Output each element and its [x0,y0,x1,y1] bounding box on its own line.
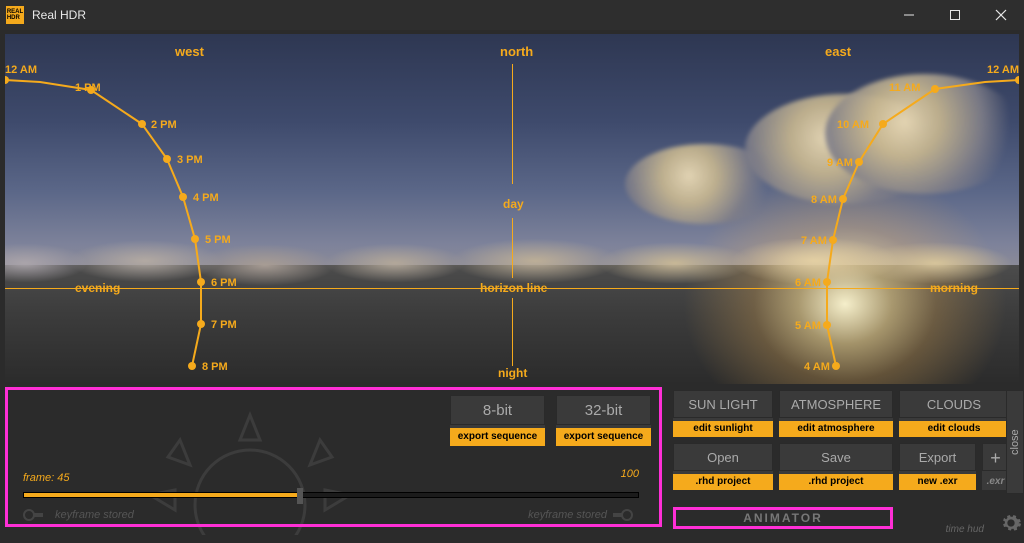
time-dot[interactable] [829,236,837,244]
time-dot[interactable] [879,120,887,128]
time-hud-label: time hud [946,524,984,535]
time-dot[interactable] [931,85,939,93]
keyframe-stored-left: keyframe stored [55,509,134,521]
gear-icon[interactable] [1000,512,1022,539]
key-icon[interactable] [611,508,639,522]
keyframe-stored-right: keyframe stored [528,509,607,521]
time-label: 7 AM [801,235,827,247]
atmosphere-button[interactable]: ATMOSPHEREedit atmosphere [779,390,893,437]
time-label: 12 AM [987,64,1019,76]
time-label: 4 AM [804,361,830,373]
keyframe-line: keyframe stored keyframe stored [23,505,639,525]
time-label: 5 AM [795,320,821,332]
frame-track[interactable] [23,492,639,498]
animator-button[interactable]: ANIMATOR [673,507,893,529]
save-button[interactable]: Save.rhd project [779,443,893,490]
time-dot[interactable] [839,195,847,203]
animator-label: ANIMATOR [743,511,823,525]
time-dot[interactable] [855,158,863,166]
time-label: 10 AM [837,119,869,131]
open-button[interactable]: Open.rhd project [673,443,773,490]
sunlight-button[interactable]: SUN LIGHTedit sunlight [673,390,773,437]
time-dot[interactable] [823,321,831,329]
key-icon[interactable] [23,508,51,522]
export-32bit-sub: export sequence [556,428,651,446]
time-label: 9 AM [827,157,853,169]
window-title: Real HDR [32,8,86,22]
time-dot[interactable] [832,362,840,370]
app-icon: REALHDR [6,6,24,24]
export-8bit-button[interactable]: 8-bit export sequence [450,395,545,446]
time-dot[interactable] [1015,76,1019,84]
morning-track [5,34,1019,384]
time-label: 6 AM [795,277,821,289]
export-8bit-title: 8-bit [450,395,545,425]
add-exr-button[interactable]: +.exr [982,443,1009,490]
titlebar: REALHDR Real HDR [0,0,1024,30]
time-label: 8 AM [811,194,837,206]
frame-handle[interactable] [297,488,303,504]
frame-max: 100 [621,468,639,480]
frame-fill [24,493,300,497]
close-window-button[interactable] [978,0,1024,30]
maximize-button[interactable] [932,0,978,30]
frame-label: frame: 45 [23,472,69,484]
export-button[interactable]: Exportnew .exr [899,443,976,490]
time-label: 11 AM [889,82,920,94]
sky-preview[interactable]: west north east day horizon line night e… [5,34,1019,384]
minimize-button[interactable] [886,0,932,30]
export-32bit-button[interactable]: 32-bit export sequence [556,395,651,446]
export-32bit-title: 32-bit [556,395,651,425]
frame-slider[interactable]: frame: 45 100 [23,468,639,498]
tool-panel: SUN LIGHTedit sunlight ATMOSPHEREedit at… [673,390,1018,490]
export-8bit-sub: export sequence [450,428,545,446]
time-dot[interactable] [823,278,831,286]
close-panel-button[interactable]: close [1006,390,1024,494]
clouds-button[interactable]: CLOUDSedit clouds [899,390,1009,437]
